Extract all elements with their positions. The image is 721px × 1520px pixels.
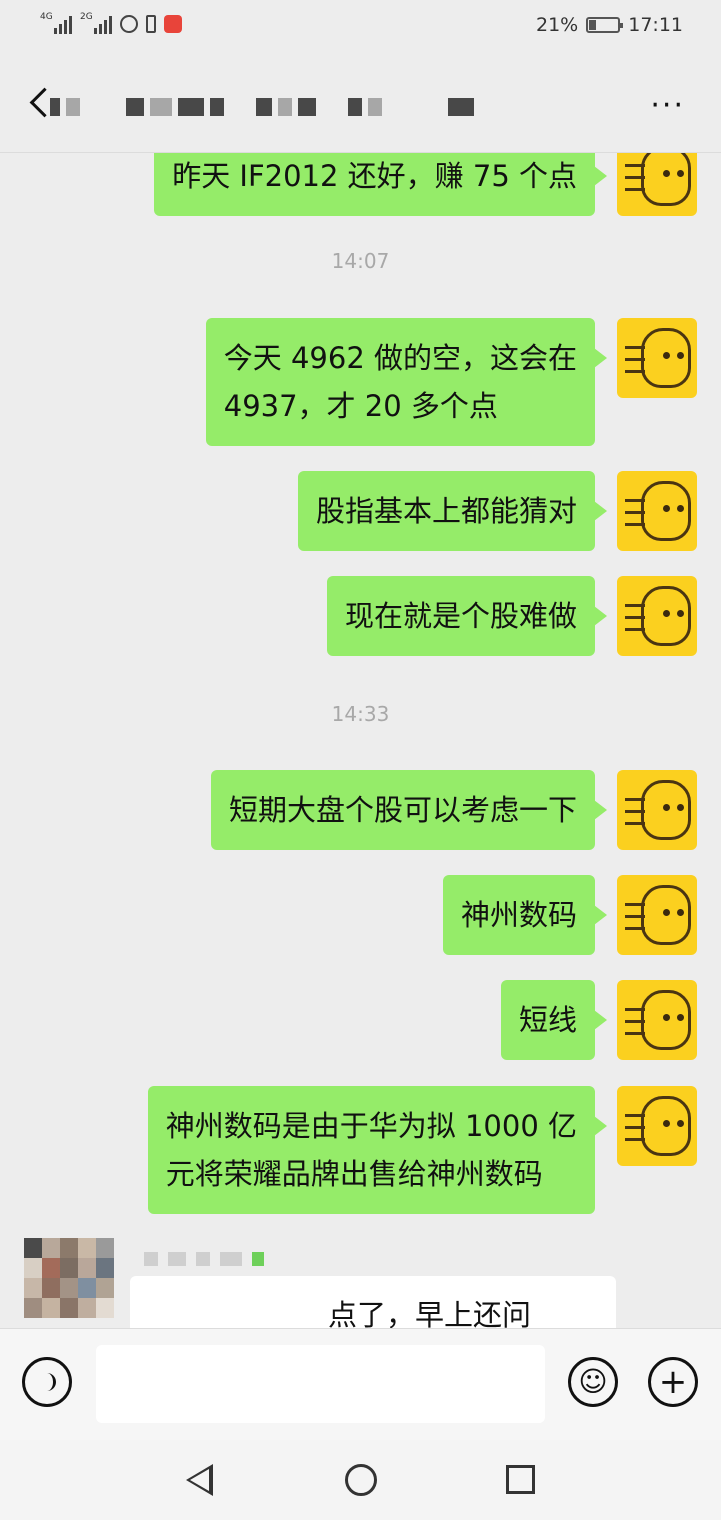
more-button[interactable]: ··· [650, 88, 685, 123]
battery-icon [586, 17, 624, 33]
message-bubble-received[interactable]: 点了，早上还问 [130, 1276, 616, 1328]
avatar[interactable] [617, 980, 697, 1060]
avatar[interactable] [617, 875, 697, 955]
avatar[interactable] [617, 576, 697, 656]
network-type-1: 4G [40, 12, 53, 22]
message-sent: 神州数码 [442, 875, 697, 955]
message-input[interactable] [96, 1345, 545, 1423]
message-sent: 股指基本上都能猜对 [297, 471, 697, 551]
emoji-button[interactable]: ☺ [568, 1357, 618, 1407]
battery-percent: 21% [536, 14, 579, 36]
app-notification-icon [164, 15, 182, 33]
voice-button[interactable] [22, 1357, 72, 1407]
network-type-2: 2G [80, 12, 93, 22]
message-sent: 昨天 IF2012 还好，赚 75 个点 [154, 152, 697, 216]
message-text: 点了，早上还问 [328, 1298, 532, 1328]
system-nav-bar [0, 1440, 721, 1520]
avatar[interactable] [617, 318, 697, 398]
message-sent: 今天 4962 做的空，这会在 4937，才 20 多个点 [205, 318, 697, 446]
vibrate-icon [146, 15, 156, 33]
alarm-icon [120, 15, 138, 33]
message-bubble[interactable]: 神州数码 [442, 875, 608, 955]
nav-home-icon[interactable] [345, 1464, 377, 1496]
sender-avatar[interactable] [24, 1238, 114, 1318]
input-bar: ☺ + [0, 1328, 721, 1441]
voice-icon [39, 1373, 56, 1391]
message-bubble[interactable]: 短线 [500, 980, 608, 1060]
nav-back-icon[interactable] [186, 1464, 213, 1496]
signal-icon-2: 2G [80, 12, 112, 34]
more-dots-icon: ··· [650, 88, 685, 123]
status-bar: 4G 2G 21% 17:11 [0, 0, 721, 56]
message-sent: 现在就是个股难做 [326, 576, 697, 656]
status-left: 4G 2G [40, 12, 182, 34]
message-sent: 神州数码是由于华为拟 1000 亿 元将荣耀品牌出售给神州数码 [147, 1086, 697, 1214]
emoji-icon: ☺ [578, 1365, 608, 1398]
message-bubble[interactable]: 现在就是个股难做 [326, 576, 608, 656]
message-bubble[interactable]: 股指基本上都能猜对 [297, 471, 608, 551]
timestamp: 14:33 [331, 702, 390, 726]
avatar[interactable] [617, 770, 697, 850]
plus-button[interactable]: + [648, 1357, 698, 1407]
clock: 17:11 [628, 14, 683, 36]
avatar[interactable] [617, 471, 697, 551]
timestamp: 14:07 [331, 249, 390, 273]
message-sent: 短线 [500, 980, 697, 1060]
message-sent: 短期大盘个股可以考虑一下 [210, 770, 697, 850]
chat-title [44, 86, 544, 128]
status-right: 21% 17:11 [536, 14, 683, 36]
message-bubble[interactable]: 昨天 IF2012 还好，赚 75 个点 [154, 152, 607, 216]
plus-icon: + [658, 1362, 688, 1402]
message-list[interactable]: 昨天 IF2012 还好，赚 75 个点 14:07 今天 4962 做的空，这… [0, 152, 721, 1328]
message-bubble[interactable]: 神州数码是由于华为拟 1000 亿 元将荣耀品牌出售给神州数码 [147, 1086, 608, 1214]
message-bubble[interactable]: 今天 4962 做的空，这会在 4937，才 20 多个点 [205, 318, 608, 446]
chat-header: ··· [0, 56, 721, 153]
avatar[interactable] [617, 1086, 697, 1166]
signal-icon: 4G [40, 12, 72, 34]
message-bubble[interactable]: 短期大盘个股可以考虑一下 [210, 770, 608, 850]
avatar[interactable] [617, 152, 697, 216]
sender-name [134, 1252, 274, 1268]
nav-recent-icon[interactable] [506, 1465, 535, 1494]
